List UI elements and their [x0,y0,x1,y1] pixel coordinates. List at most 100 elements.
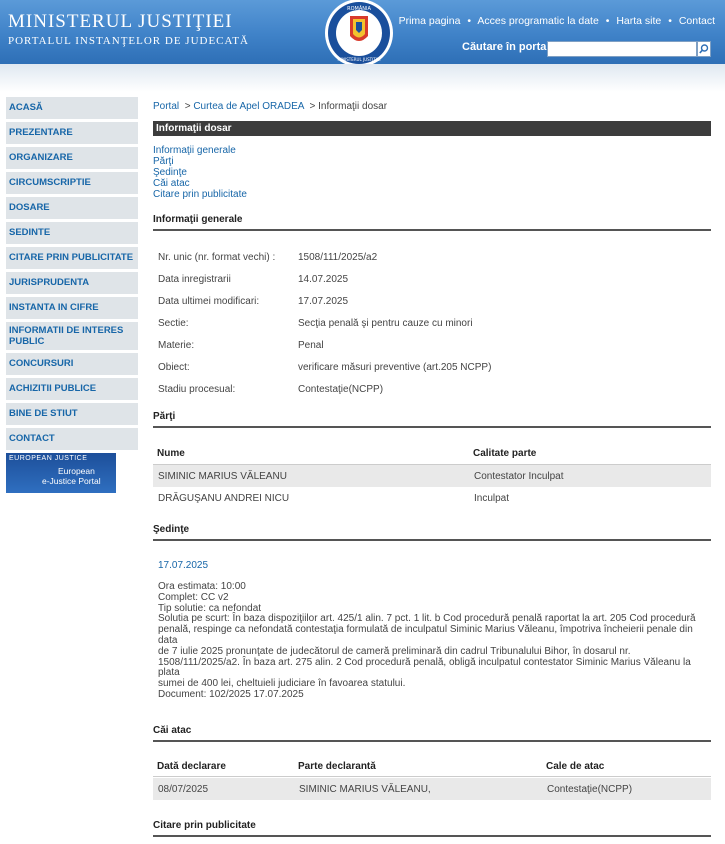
ejustice-banner[interactable]: EUROPEAN JUSTICE European e-Justice Port… [6,453,116,493]
info-row-materie: Materie: Penal [158,340,324,351]
sedinta-details: Ora estimata: 10:00 Complet: CC v2 Tip s… [158,581,708,701]
info-value: verificare măsuri preventive (art.205 NC… [298,362,492,373]
sidebar-item-sedinte[interactable]: SEDINTE [6,222,138,244]
sidebar-item-citare[interactable]: CITARE PRIN PUBLICITATE [6,247,138,269]
anchor-parti[interactable]: Părţi [153,156,247,167]
info-row-stadiu: Stadiu procesual: Contestaţie(NCPP) [158,384,383,395]
info-value: Secţia penală şi pentru cauze cu minori [298,318,473,329]
search-label: Căutare în portal [462,41,550,53]
col-calitate: Calitate parte [473,448,537,459]
breadcrumb-court[interactable]: Curtea de Apel ORADEA [193,101,304,112]
site-title[interactable]: MINISTERUL JUSTIŢIEI [8,11,233,33]
table-row: SIMINIC MARIUS VĂLEANU Contestator Incul… [153,465,711,487]
cell-data-declarare: 08/07/2025 [158,784,209,795]
info-row-data-modificari: Data ultimei modificari: 17.07.2025 [158,296,348,307]
link-harta-site[interactable]: Harta site [616,15,661,27]
cell-nume: SIMINIC MARIUS VĂLEANU [158,471,287,482]
info-label: Sectie: [158,318,189,329]
anchor-links: Informaţii generale Părţi Şedinţe Căi at… [153,145,247,200]
info-row-data-inregistrarii: Data inregistrarii 14.07.2025 [158,274,348,285]
sidebar-item-prezentare[interactable]: PREZENTARE [6,122,138,144]
sidebar-item-acasa[interactable]: ACASĂ [6,97,138,119]
link-prima-pagina[interactable]: Prima pagina [399,15,461,27]
info-row-obiect: Obiect: verificare măsuri preventive (ar… [158,362,491,373]
breadcrumb: Portal > Curtea de Apel ORADEA > Informa… [153,101,387,112]
sidebar-item-achizitii[interactable]: ACHIZITII PUBLICE [6,378,138,400]
breadcrumb-portal[interactable]: Portal [153,101,179,112]
table-row: DRĂGUŞANU ANDREI NICU Inculpat [153,487,711,509]
seal-text-bottom: MINISTERUL JUSTIŢIEI [337,57,380,62]
sidebar: ACASĂ PREZENTARE ORGANIZARE CIRCUMSCRIPT… [6,97,138,493]
sidebar-item-contact[interactable]: CONTACT [6,428,138,450]
anchor-sedinte[interactable]: Şedinţe [153,167,247,178]
seal-text-top: ROMÂNIA [347,5,371,12]
cell-parte-declaranta: SIMINIC MARIUS VĂLEANU, [299,784,431,795]
anchor-cai-atac[interactable]: Căi atac [153,178,247,189]
info-value: Penal [298,340,324,351]
site-subtitle[interactable]: PORTALUL INSTANŢELOR DE JUDECATĂ [8,35,249,47]
ejustice-line2: e-Justice Portal [42,476,101,486]
heading-informatii-generale: Informaţii generale [153,214,711,231]
sidebar-item-dosare[interactable]: DOSARE [6,197,138,219]
info-label: Materie: [158,340,195,351]
heading-parti: Părţi [153,411,711,428]
sedinta-date[interactable]: 17.07.2025 [158,560,208,571]
col-nume: Nume [157,448,185,459]
anchor-citare[interactable]: Citare prin publicitate [153,189,247,200]
sedinta-solutie-line: penală, respinge ca nefondată contestaţi… [158,624,693,646]
info-label: Obiect: [158,362,190,373]
breadcrumb-sep: > [184,101,191,112]
separator-dot: • [668,15,672,27]
sidebar-item-bine-de-stiut[interactable]: BINE DE STIUT [6,403,138,425]
search-input[interactable] [547,41,697,57]
coat-of-arms-icon[interactable]: ROMÂNIA MINISTERUL JUSTIŢIEI [320,0,398,70]
info-row-sectie: Sectie: Secţia penală şi pentru cauze cu… [158,318,473,329]
separator-dot: • [467,15,472,27]
heading-cai-atac: Căi atac [153,725,711,742]
info-value: 1508/111/2025/a2 [298,252,378,263]
separator-dot: • [605,15,610,27]
search-icon [699,44,709,54]
sidebar-item-interes-public[interactable]: INFORMATII DE INTERES PUBLIC [6,322,138,350]
sidebar-item-jurisprudenta[interactable]: JURISPRUDENTA [6,272,138,294]
sedinta-solutie-line: 1508/111/2025/a2. În baza art. 275 alin.… [158,656,691,679]
info-value: Contestaţie(NCPP) [298,384,384,395]
heading-sedinte: Şedinţe [153,524,711,541]
cell-calitate: Inculpat [474,493,510,504]
ejustice-line1: European [58,466,95,476]
table-divider [153,776,711,777]
sidebar-item-circumscriptie[interactable]: CIRCUMSCRIPTIE [6,172,138,194]
sidebar-item-organizare[interactable]: ORGANIZARE [6,147,138,169]
anchor-informatii-generale[interactable]: Informaţii generale [153,145,247,156]
link-acces-programatic[interactable]: Acces programatic la date [477,15,598,27]
top-links: Prima pagina • Acces programatic la date… [399,15,715,27]
col-data-declarare: Dată declarare [157,761,226,772]
info-label: Nr. unic (nr. format vechi) : [158,252,276,263]
cell-cale-atac: Contestaţie(NCPP) [547,784,633,795]
ejustice-logo: EUROPEAN JUSTICE [9,455,88,462]
info-label: Data ultimei modificari: [158,296,260,307]
info-label: Data inregistrarii [158,274,231,285]
section-title-bar: Informaţii dosar [153,121,711,136]
heading-citare: Citare prin publicitate [153,820,711,837]
search-button[interactable] [697,41,711,57]
sedinta-complet: Complet: CC v2 [158,591,229,603]
col-parte-declaranta: Parte declarantă [298,761,376,772]
sidebar-item-instanta-cifre[interactable]: INSTANTA IN CIFRE [6,297,138,319]
info-label: Stadiu procesual: [158,384,236,395]
info-row-nr-unic: Nr. unic (nr. format vechi) : 1508/111/2… [158,252,377,263]
header-band [0,64,725,92]
cell-calitate: Contestator Inculpat [474,471,564,482]
info-value: 17.07.2025 [298,296,349,307]
sidebar-item-concursuri[interactable]: CONCURSURI [6,353,138,375]
cell-nume: DRĂGUŞANU ANDREI NICU [158,493,290,504]
sedinta-solutie-line: de 7 iulie 2025 pronunţate de judecătoru… [158,645,631,657]
breadcrumb-sep: > [309,101,316,112]
site-header: MINISTERUL JUSTIŢIEI PORTALUL INSTANŢELO… [0,0,725,67]
breadcrumb-current: Informaţii dosar [318,101,388,112]
sedinta-ora: Ora estimata: 10:00 [158,581,246,592]
link-contact[interactable]: Contact [679,15,715,27]
col-cale-atac: Cale de atac [546,761,605,772]
table-row: 08/07/2025 SIMINIC MARIUS VĂLEANU, Conte… [153,778,711,800]
info-value: 14.07.2025 [298,274,349,285]
